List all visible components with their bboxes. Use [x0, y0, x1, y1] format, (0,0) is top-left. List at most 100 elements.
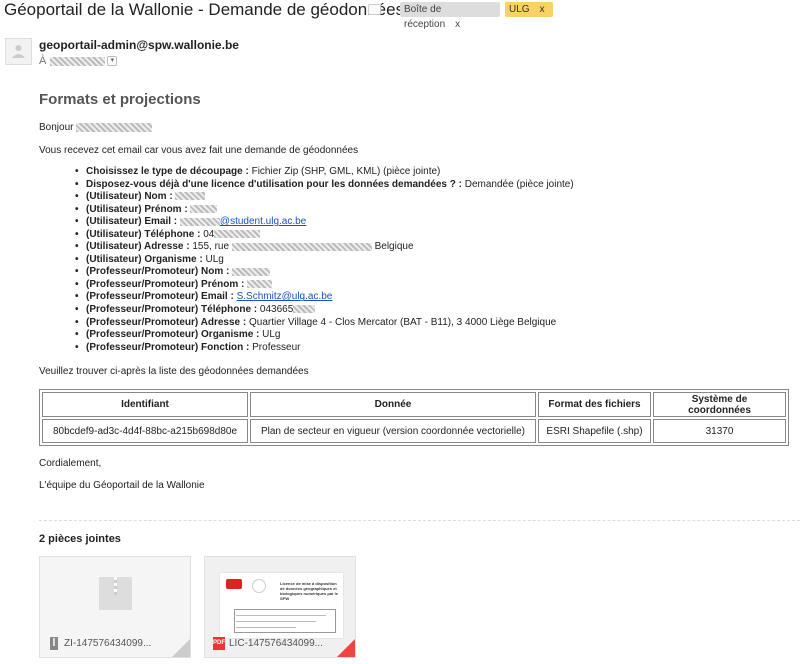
table-cell: 31370	[653, 419, 786, 443]
attachments-title: 2 pièces jointes	[39, 533, 121, 545]
field-label: (Professeur/Promoteur) Adresse :	[86, 316, 247, 328]
label-ulg[interactable]: ULG x	[505, 2, 553, 17]
pdf-file-icon: PDF	[213, 637, 225, 650]
field-label: (Utilisateur) Email :	[86, 216, 178, 228]
field-value: Fichier Zip (SHP, GML, KML) (pièce joint…	[248, 166, 441, 177]
field-label: Choisissez le type de découpage :	[86, 166, 249, 177]
redacted-recipient	[50, 56, 106, 66]
list-item: (Professeur/Promoteur) Téléphone : 04366…	[75, 304, 574, 317]
pdf-preview-line	[236, 621, 316, 622]
list-item: (Utilisateur) Adresse : 155, rue Belgiqu…	[75, 241, 574, 254]
greeting-line: Bonjour	[39, 122, 153, 133]
field-label: (Professeur/Promoteur) Email :	[86, 291, 234, 303]
list-item: (Professeur/Promoteur) Adresse : Quartie…	[75, 317, 574, 330]
field-value: 04	[200, 228, 215, 240]
user-email-link[interactable]: @student.ulg.ac.be	[220, 216, 306, 227]
seal-icon	[252, 579, 266, 593]
list-item: (Professeur/Promoteur) Nom :	[75, 266, 574, 279]
wallonie-logo-icon	[226, 579, 242, 589]
table-row: 80bcdef9-ad3c-4d4f-88bc-a215b698d80e Pla…	[42, 419, 786, 443]
list-item: (Professeur/Promoteur) Email : S.Schmitz…	[75, 291, 574, 304]
zip-thumbnail-icon	[99, 577, 132, 610]
field-label: Disposez-vous déjà d'une licence d'utili…	[86, 178, 462, 190]
field-label: (Utilisateur) Nom :	[86, 191, 173, 203]
redacted-value	[190, 205, 218, 213]
attachments-divider	[39, 520, 800, 521]
field-value: Demandée (pièce jointe)	[461, 178, 574, 190]
list-item: Disposez-vous déjà d'une licence d'utili…	[75, 179, 574, 192]
to-label: À	[39, 55, 47, 67]
field-label: (Professeur/Promoteur) Fonction :	[86, 341, 250, 353]
list-item: (Utilisateur) Prénom :	[75, 204, 574, 217]
list-item: (Utilisateur) Téléphone : 04	[75, 229, 574, 242]
list-item: (Professeur/Promoteur) Fonction : Profes…	[75, 342, 574, 355]
professor-email-link[interactable]: S.Schmitz@ulg.ac.be	[237, 291, 333, 302]
column-header-systeme: Système de coordonnées	[653, 392, 786, 417]
intro-text: Vous recevez cet email car vous avez fai…	[39, 145, 359, 156]
label-ulg-remove-icon[interactable]: x	[540, 4, 545, 15]
list-item: (Utilisateur) Organisme : ULg	[75, 254, 574, 267]
pdf-preview-title: Licence de mise à disposition de données…	[280, 581, 339, 601]
closing-text: Cordialement,	[39, 458, 102, 469]
attachment-name: LIC-147576434099...	[229, 638, 323, 649]
table-cell: Plan de secteur en vigueur (version coor…	[250, 419, 536, 443]
table-header-row: Identifiant Donnée Format des fichiers S…	[42, 392, 786, 417]
field-label: (Professeur/Promoteur) Organisme :	[86, 329, 260, 341]
list-item: Choisissez le type de découpage : Fichie…	[75, 166, 574, 179]
field-label: (Professeur/Promoteur) Nom :	[86, 266, 230, 278]
list-item: (Professeur/Promoteur) Prénom :	[75, 279, 574, 292]
attachment-zip[interactable]: ZI-147576434099...	[39, 556, 191, 658]
field-label: (Professeur/Promoteur) Téléphone :	[86, 304, 258, 316]
field-label: (Utilisateur) Organisme :	[86, 253, 203, 265]
redacted-value	[214, 230, 261, 239]
label-inbox-remove-icon[interactable]: x	[455, 19, 460, 30]
attachment-pdf[interactable]: Licence de mise à disposition de données…	[204, 556, 356, 658]
signature-text: L'équipe du Géoportail de la Wallonie	[39, 480, 205, 491]
pdf-preview-line	[236, 615, 326, 616]
field-value: Quartier Village 4 - Clos Mercator (BAT …	[246, 316, 557, 328]
label-inbox[interactable]: Boîte de réception x	[400, 2, 500, 30]
field-value: ULg	[202, 253, 224, 265]
redacted-value	[231, 242, 372, 251]
zip-file-icon	[48, 637, 60, 650]
field-value: 155, rue	[189, 241, 230, 253]
list-item: (Utilisateur) Nom :	[75, 191, 574, 204]
column-header-donnee: Donnée	[250, 392, 536, 417]
sender-address[interactable]: geoportail-admin@spw.wallonie.be	[39, 38, 239, 52]
redacted-name	[76, 122, 153, 132]
attachment-corner-icon	[337, 639, 355, 657]
redacted-value	[179, 217, 220, 226]
pdf-preview: Licence de mise à disposition de données…	[219, 572, 344, 639]
redacted-value	[247, 280, 273, 289]
person-icon	[12, 45, 25, 58]
recipient-details-dropdown-icon[interactable]: ▾	[107, 56, 118, 67]
redacted-value	[232, 267, 271, 276]
field-label: (Utilisateur) Adresse :	[86, 241, 190, 253]
label-ulg-text: ULG	[509, 4, 530, 15]
pdf-preview-line	[236, 627, 296, 628]
redacted-value	[293, 305, 316, 314]
attachment-corner-icon	[172, 639, 190, 657]
greeting: Bonjour	[39, 122, 74, 133]
field-value: Belgique	[371, 241, 414, 253]
field-value: ULg	[259, 329, 281, 341]
email-subject: Géoportail de la Wallonie - Demande de g…	[4, 0, 405, 19]
list-item: (Professeur/Promoteur) Organisme : ULg	[75, 329, 574, 342]
column-header-format: Format des fichiers	[538, 392, 651, 417]
field-label: (Utilisateur) Téléphone :	[86, 228, 201, 240]
attachment-name: ZI-147576434099...	[64, 638, 152, 649]
field-label: (Professeur/Promoteur) Prénom :	[86, 278, 245, 290]
table-cell: ESRI Shapefile (.shp)	[538, 419, 651, 443]
importance-marker-icon[interactable]	[368, 4, 381, 15]
recipient-line: À ▾	[39, 55, 118, 67]
field-label: (Utilisateur) Prénom :	[86, 203, 188, 215]
column-header-identifiant: Identifiant	[42, 392, 248, 417]
label-inbox-text: Boîte de réception	[404, 4, 446, 30]
field-value: 043665	[257, 304, 294, 316]
avatar	[5, 38, 32, 65]
list-intro-text: Veuillez trouver ci-après la liste des g…	[39, 366, 309, 377]
email-heading: Formats et projections	[39, 91, 201, 108]
table-cell: 80bcdef9-ad3c-4d4f-88bc-a215b698d80e	[42, 419, 248, 443]
list-item: (Utilisateur) Email : @student.ulg.ac.be	[75, 216, 574, 229]
redacted-value	[175, 192, 206, 201]
